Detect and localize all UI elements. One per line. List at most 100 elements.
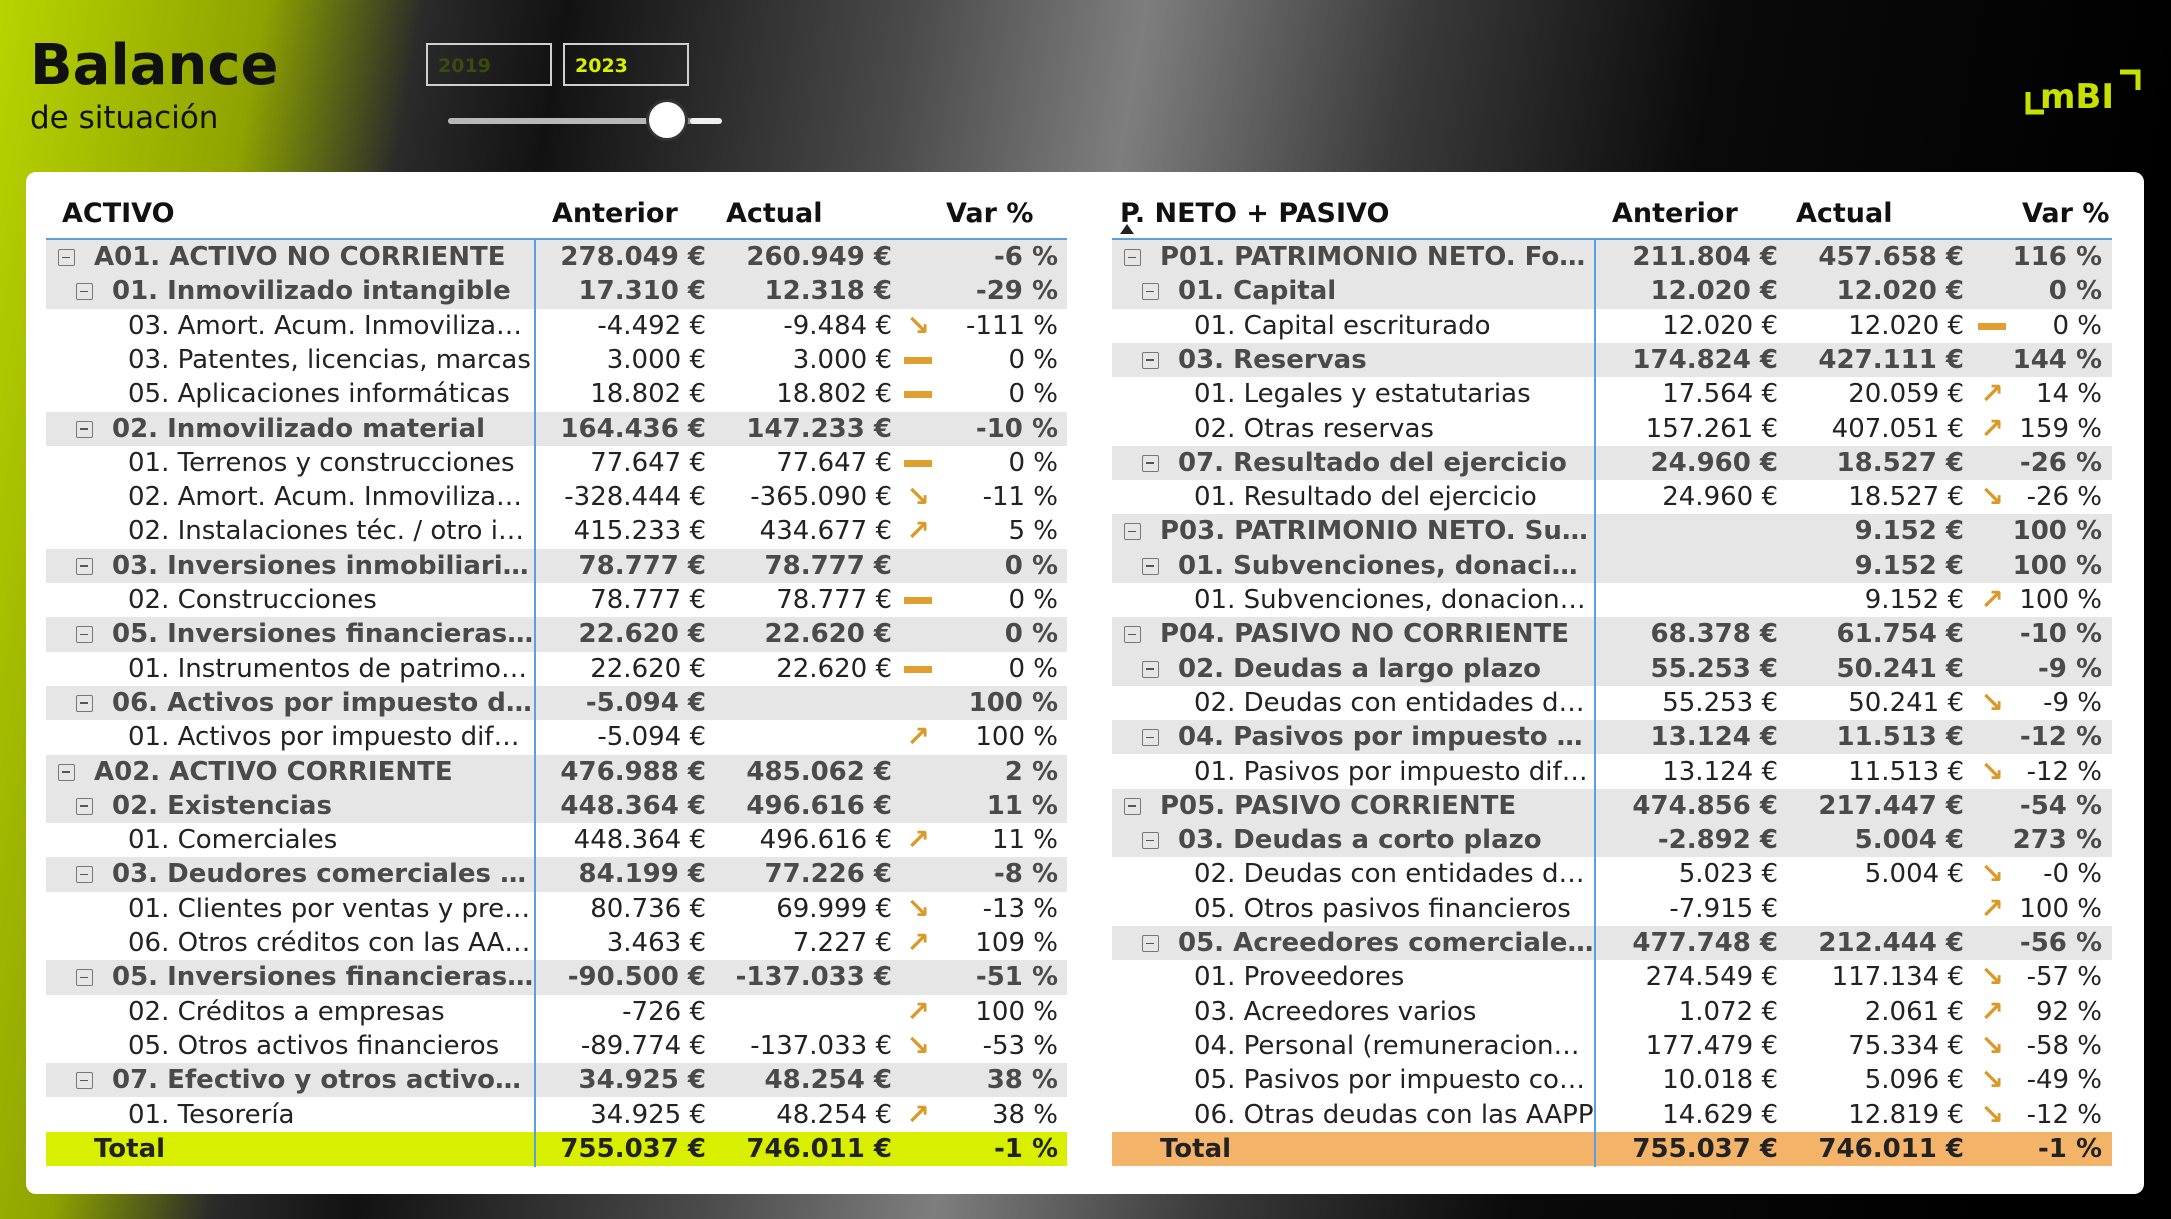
- year-slider-handle[interactable]: [646, 99, 688, 141]
- collapse-icon[interactable]: [76, 420, 93, 438]
- trend-down-icon: ↘: [906, 891, 930, 925]
- table-row[interactable]: 02. Existencias 448.364 € 496.616 € 11 %: [46, 788, 1067, 824]
- collapse-icon[interactable]: [76, 969, 93, 987]
- header-var[interactable]: Var %: [2022, 192, 2109, 236]
- collapse-icon[interactable]: [1124, 523, 1141, 541]
- row-label: 01. Tesorería: [128, 1099, 295, 1130]
- table-row[interactable]: 01. Inmovilizado intangible 17.310 € 12.31…: [46, 274, 1067, 309]
- table-row[interactable]: 05. Pasivos por impuesto corriente 10.018…: [1112, 1063, 2112, 1098]
- table-row[interactable]: 01. Subvenciones, donaciones y legados 9.…: [1112, 548, 2112, 583]
- table-row[interactable]: 07. Resultado del ejercicio 24.960 € 18.52…: [1112, 445, 2112, 481]
- table-row[interactable]: 03. Acreedores varios 1.072 € 2.061 € ↗ 92 %: [1112, 994, 2112, 1029]
- header-actual[interactable]: Actual: [1796, 192, 1893, 236]
- table-row[interactable]: 05. Otros activos financieros -89.774 € -1…: [46, 1028, 1067, 1064]
- header-actual[interactable]: Actual: [726, 192, 823, 236]
- collapse-icon[interactable]: [76, 797, 93, 815]
- table-row[interactable]: A02. ACTIVO CORRIENTE 476.988 € 485.062 € 2…: [46, 754, 1067, 789]
- table-row[interactable]: 02. Inmovilizado material 164.436 € 147.23…: [46, 411, 1067, 446]
- table-row[interactable]: 02. Amort. Acum. Inmovilizado material -3…: [46, 480, 1067, 515]
- table-row[interactable]: 06. Otras deudas con las AAPP 14.629 € 12.…: [1112, 1097, 2112, 1132]
- table-row[interactable]: 04. Personal (remuneraciones pendientes)…: [1112, 1028, 2112, 1064]
- table-row[interactable]: 01. Terrenos y construcciones 77.647 € 77.…: [46, 445, 1067, 481]
- table-row[interactable]: 03. Patentes, licencias, marcas 3.000 € 3.…: [46, 342, 1067, 378]
- table-row[interactable]: 02. Deudas con entidades de crédito 55.25…: [1112, 685, 2112, 721]
- table-row[interactable]: P05. PASIVO CORRIENTE 474.856 € 217.447 € -…: [1112, 788, 2112, 824]
- collapse-icon[interactable]: [1124, 249, 1141, 266]
- sort-ascending-icon[interactable]: [1120, 224, 1134, 234]
- collapse-icon[interactable]: [1142, 454, 1159, 472]
- table-row[interactable]: 03. Reservas 174.824 € 427.111 € 144 %: [1112, 342, 2112, 378]
- table-row[interactable]: 03. Deudores comerciales y otras cuentas…: [46, 857, 1067, 892]
- table-row[interactable]: 01. Proveedores 274.549 € 117.134 € ↘ -57 %: [1112, 960, 2112, 995]
- var-percent: -12 %: [2026, 1099, 2102, 1130]
- collapse-icon[interactable]: [1124, 797, 1141, 815]
- table-row[interactable]: 05. Inversiones financieras a corto plaz…: [46, 960, 1067, 995]
- collapse-icon[interactable]: [1142, 283, 1159, 301]
- header-name[interactable]: ACTIVO: [62, 192, 175, 236]
- collapse-icon[interactable]: [76, 626, 93, 644]
- table-row[interactable]: 02. Deudas con entidades de crédito 5.023…: [1112, 857, 2112, 892]
- collapse-icon[interactable]: [1142, 832, 1159, 850]
- year-slider-end: [690, 118, 722, 124]
- header-var[interactable]: Var %: [946, 192, 1033, 236]
- actual-value: 77.647 €: [776, 447, 892, 478]
- table-row[interactable]: 01. Subvenciones, donaciones y legados 9.…: [1112, 583, 2112, 618]
- table-row[interactable]: 02. Instalaciones téc. / otro inmoviliza…: [46, 514, 1067, 549]
- collapse-icon[interactable]: [1124, 626, 1141, 644]
- year-start-box[interactable]: 2019: [426, 43, 552, 86]
- table-row[interactable]: 06. Activos por impuesto diferido -5.094 …: [46, 685, 1067, 721]
- table-row[interactable]: 01. Activos por impuesto diferido -5.094 …: [46, 720, 1067, 755]
- anterior-value: 24.960 €: [1650, 447, 1778, 478]
- collapse-icon[interactable]: [76, 694, 93, 712]
- collapse-icon[interactable]: [58, 249, 75, 266]
- table-row[interactable]: 05. Inversiones financieras a largo plaz…: [46, 617, 1067, 652]
- var-percent: 0 %: [2052, 310, 2102, 341]
- table-row[interactable]: 01. Comerciales 448.364 € 496.616 € ↗ 11 %: [46, 823, 1067, 858]
- table-row[interactable]: 02. Construcciones 78.777 € 78.777 € 0 %: [46, 583, 1067, 618]
- collapse-icon[interactable]: [76, 1072, 93, 1090]
- collapse-icon[interactable]: [1142, 351, 1159, 369]
- collapse-icon[interactable]: [1142, 935, 1159, 952]
- table-row[interactable]: P01. PATRIMONIO NETO. Fondos propios 211.…: [1112, 240, 2112, 275]
- collapse-icon[interactable]: [1142, 729, 1159, 747]
- table-row[interactable]: P04. PASIVO NO CORRIENTE 68.378 € 61.754 €…: [1112, 617, 2112, 652]
- collapse-icon[interactable]: [58, 763, 75, 781]
- table-row[interactable]: 03. Deudas a corto plazo -2.892 € 5.004 € 2…: [1112, 823, 2112, 858]
- header-anterior[interactable]: Anterior: [552, 192, 678, 236]
- table-row[interactable]: 01. Instrumentos de patrimonio 22.620 € 22…: [46, 651, 1067, 686]
- table-row[interactable]: 05. Otros pasivos financieros -7.915 € ↗ 10…: [1112, 891, 2112, 926]
- anterior-value: -328.444 €: [564, 482, 706, 513]
- table-row[interactable]: 05. Acreedores comerciales y otras cuent…: [1112, 926, 2112, 961]
- var-percent: 273 %: [2012, 825, 2102, 856]
- actual-value: 434.677 €: [759, 516, 892, 547]
- collapse-icon[interactable]: [76, 283, 93, 301]
- table-row[interactable]: 03. Inversiones inmobiliarias 78.777 € 78.…: [46, 548, 1067, 583]
- table-row[interactable]: 03. Amort. Acum. Inmovilizado intangible…: [46, 308, 1067, 343]
- table-row[interactable]: 06. Otros créditos con las AAPP 3.463 € 7.…: [46, 926, 1067, 961]
- row-label: 01. Subvenciones, donaciones y legados: [1194, 585, 1594, 615]
- var-percent: 0 %: [1008, 344, 1058, 375]
- logo-text: mBI: [2040, 77, 2114, 117]
- table-row[interactable]: 01. Capital 12.020 € 12.020 € 0 %: [1112, 274, 2112, 309]
- collapse-icon[interactable]: [1142, 660, 1159, 678]
- table-row[interactable]: A01. ACTIVO NO CORRIENTE 278.049 € 260.949…: [46, 240, 1067, 275]
- collapse-icon[interactable]: [1142, 557, 1159, 575]
- table-row[interactable]: 02. Otras reservas 157.261 € 407.051 € ↗ 159…: [1112, 411, 2112, 446]
- collapse-icon[interactable]: [76, 866, 93, 884]
- table-row[interactable]: 01. Pasivos por impuesto diferido 13.124 …: [1112, 754, 2112, 789]
- table-row[interactable]: 02. Deudas a largo plazo 55.253 € 50.241 €…: [1112, 651, 2112, 686]
- table-row[interactable]: 01. Resultado del ejercicio 24.960 € 18.52…: [1112, 480, 2112, 515]
- table-row[interactable]: 05. Aplicaciones informáticas 18.802 € 18.…: [46, 377, 1067, 412]
- table-row[interactable]: 02. Créditos a empresas -726 € ↗ 100 %: [46, 994, 1067, 1029]
- table-row[interactable]: 07. Efectivo y otros activos líquidos 34.…: [46, 1063, 1067, 1098]
- header-name[interactable]: P. NETO + PASIVO: [1120, 192, 1389, 236]
- table-row[interactable]: 01. Legales y estatutarias 17.564 € 20.059…: [1112, 377, 2112, 412]
- table-row[interactable]: 01. Capital escriturado 12.020 € 12.020 € 0…: [1112, 308, 2112, 343]
- table-row[interactable]: P03. PATRIMONIO NETO. Subvenciones 9.152 …: [1112, 514, 2112, 549]
- table-row[interactable]: 04. Pasivos por impuesto diferido 13.124 …: [1112, 720, 2112, 755]
- year-end-box[interactable]: 2023: [563, 43, 689, 86]
- header-anterior[interactable]: Anterior: [1612, 192, 1738, 236]
- collapse-icon[interactable]: [76, 557, 93, 575]
- table-row[interactable]: 01. Tesorería 34.925 € 48.254 € ↗ 38 %: [46, 1097, 1067, 1132]
- table-row[interactable]: 01. Clientes por ventas y prestaciones 80…: [46, 891, 1067, 926]
